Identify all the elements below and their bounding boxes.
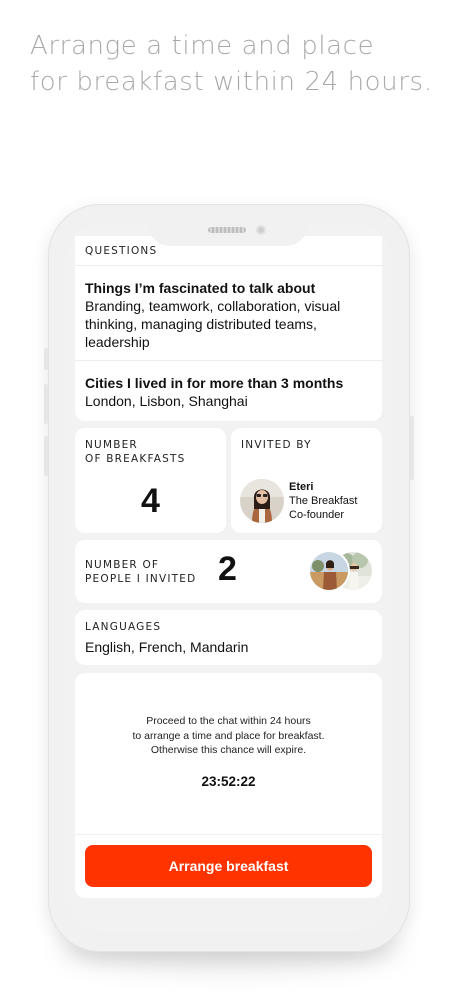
countdown-timer: 23:52:22 xyxy=(201,774,256,789)
question-title: Things I’m fascinated to talk about xyxy=(85,280,316,296)
languages-card: LANGUAGES English, French, Mandarin xyxy=(75,610,382,665)
invited-by-card[interactable]: INVITED BY Eteri The Breakfast Co-founde… xyxy=(231,428,382,533)
volume-down-button xyxy=(44,436,48,476)
proceed-message: Proceed to the chat within 24 hours to a… xyxy=(75,714,382,758)
breakfasts-label-line-1: NUMBER xyxy=(85,439,138,451)
question-answer-line: Branding, teamwork, collaboration, visua… xyxy=(85,298,341,314)
inviter-role-line-1: The Breakfast xyxy=(289,495,358,507)
people-invited-label-line-2: PEOPLE I INVITED xyxy=(85,573,197,585)
breakfasts-card: NUMBER OF BREAKFASTS 4 xyxy=(75,428,226,533)
volume-up-button xyxy=(44,384,48,424)
speaker-grille xyxy=(208,227,246,233)
divider xyxy=(75,360,382,361)
mute-switch xyxy=(44,348,48,370)
headline-line-1: Arrange a time and place xyxy=(30,31,375,61)
people-invited-card[interactable]: NUMBER OF PEOPLE I INVITED 2 xyxy=(75,540,382,603)
question-title: Cities I lived in for more than 3 months xyxy=(85,375,344,391)
inviter-role-line-2: Co-founder xyxy=(289,509,345,521)
divider xyxy=(75,834,382,835)
question-answer-line: thinking, managing distributed teams, xyxy=(85,316,317,332)
question-item: Cities I lived in for more than 3 months… xyxy=(85,374,377,410)
divider xyxy=(75,265,382,266)
people-invited-count: 2 xyxy=(218,550,237,588)
questions-card: QUESTIONS Things I’m fascinated to talk … xyxy=(75,236,382,421)
breakfasts-label-line-2: OF BREAKFASTS xyxy=(85,453,186,465)
front-camera xyxy=(256,225,266,235)
avatar[interactable] xyxy=(308,550,350,592)
proceed-line-2: to arrange a time and place for breakfas… xyxy=(132,729,325,742)
people-invited-label-line-1: NUMBER OF xyxy=(85,559,160,571)
proceed-line-3: Otherwise this chance will expire. xyxy=(150,744,307,756)
avatar[interactable] xyxy=(240,479,284,523)
headline: Arrange a time and place for breakfast w… xyxy=(30,28,450,100)
headline-line-2: for breakfast within 24 hours. xyxy=(30,67,433,97)
question-answer-line: London, Lisbon, Shanghai xyxy=(85,393,248,409)
inviter-info: Eteri The Breakfast Co-founder xyxy=(289,480,357,522)
question-answer-line: leadership xyxy=(85,334,150,350)
invited-by-label: INVITED BY xyxy=(241,439,312,451)
breakfasts-count: 4 xyxy=(141,482,160,520)
questions-label: QUESTIONS xyxy=(85,245,158,257)
languages-label: LANGUAGES xyxy=(85,621,162,633)
languages-value: English, French, Mandarin xyxy=(85,639,249,655)
question-item: Things I’m fascinated to talk about Bran… xyxy=(85,279,377,351)
power-button xyxy=(410,416,414,480)
proceed-line-1: Proceed to the chat within 24 hours xyxy=(146,715,311,727)
inviter-name: Eteri xyxy=(289,481,314,493)
arrange-breakfast-button[interactable]: Arrange breakfast xyxy=(85,845,372,887)
